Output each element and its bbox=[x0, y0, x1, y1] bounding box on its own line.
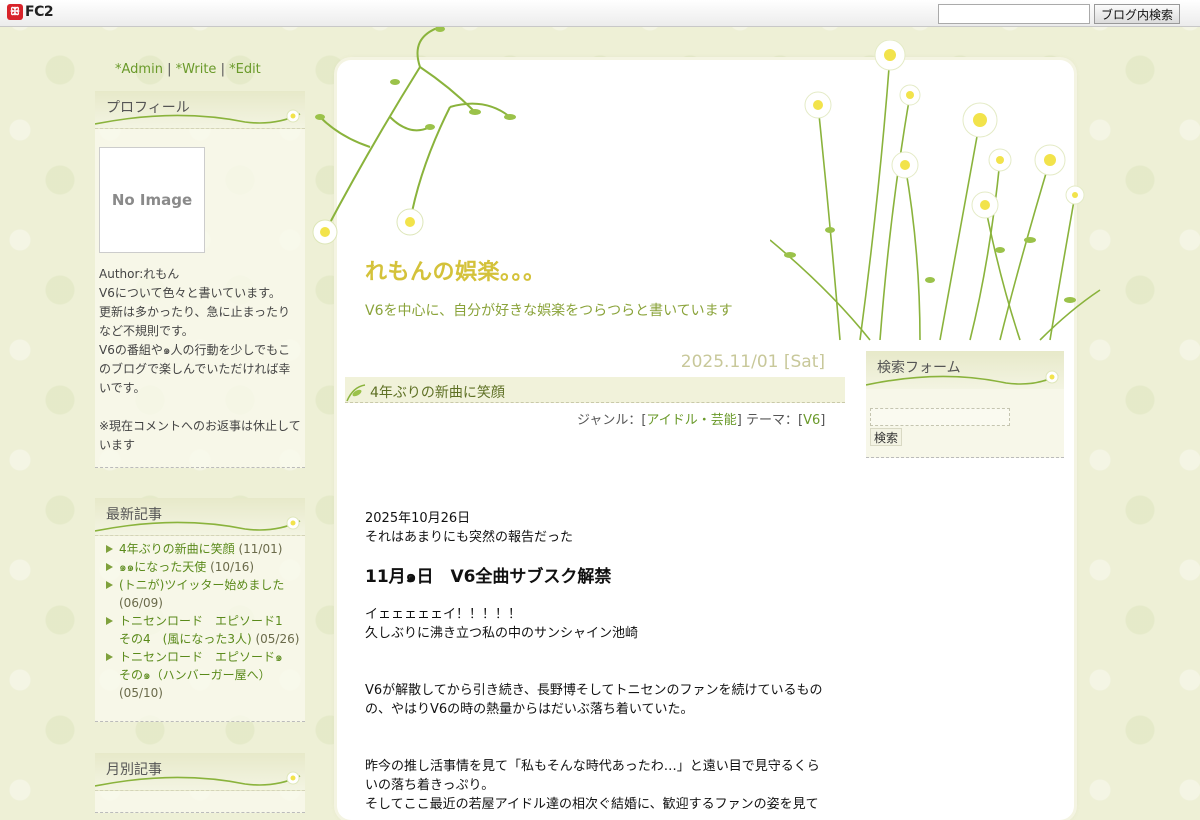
recent-post-link[interactable]: 4年ぶりの新曲に笑顔 bbox=[119, 542, 235, 556]
search-button[interactable]: 検索 bbox=[870, 428, 903, 446]
genre-link[interactable]: アイドル・芸能 bbox=[646, 413, 736, 428]
recent-post-date: (05/26) bbox=[255, 632, 300, 646]
post-paragraph: 昨今の推し活事情を見て「私もそんな時代あったわ…」と遠い目で見守るくらいの落ち着… bbox=[365, 759, 820, 793]
fc2-search: ブログ内検索 bbox=[937, 4, 1180, 24]
post-date: 2025.11/01 [Sat] bbox=[680, 352, 825, 372]
post-paragraph: 2025年10月26日 bbox=[365, 511, 471, 526]
post-title[interactable]: 4年ぶりの新曲に笑顔 bbox=[370, 382, 505, 402]
list-item: (トニが)ツイッター始めました (06/09) bbox=[105, 576, 305, 612]
blog-search-button[interactable]: ブログ内検索 bbox=[1093, 4, 1180, 24]
profile-line: V6の番組や๑人の行動を少しでもこのブログで楽しんでいただければ幸いです。 bbox=[99, 343, 291, 395]
theme-close: ] bbox=[820, 413, 826, 428]
post-paragraph: V6が解散してから引き続き、長野博そしてトニセンのファンを続けているものの、やは… bbox=[365, 683, 823, 717]
recent-post-date: (06/09) bbox=[119, 596, 163, 610]
vine-decoration-icon bbox=[95, 771, 301, 787]
fc2-logo-text: FC2 bbox=[25, 4, 54, 20]
profile-heading: プロフィール bbox=[95, 91, 305, 129]
vine-decoration-icon bbox=[866, 370, 1059, 386]
fc2-logo-icon: ꕥ bbox=[7, 4, 23, 20]
recent-post-date: (11/01) bbox=[238, 542, 283, 556]
genre-label: ジャンル：[ bbox=[577, 413, 647, 428]
recent-posts-list: 4年ぶりの新曲に笑顔 (11/01) ๑๑になった天使 (10/16) (トニが… bbox=[95, 536, 307, 704]
profile-line: 更新は多かったり、急に止まったりなど不規則です。 bbox=[99, 305, 291, 338]
recent-posts-box: 最新記事 4年ぶりの新曲に笑顔 (11/01) ๑๑になった天使 (10/16)… bbox=[95, 498, 307, 722]
admin-separator: | bbox=[167, 62, 172, 77]
list-item: トニセンロード エピソード๑ その๑（ハンバーガー屋へ） (05/10) bbox=[105, 648, 305, 702]
post-paragraph: 久しぶりに沸き立つ私の中のサンシャイン池崎 bbox=[365, 626, 639, 641]
post-title-bar: 4年ぶりの新曲に笑顔 bbox=[345, 377, 845, 403]
blog-search-input[interactable] bbox=[937, 4, 1090, 24]
post-paragraph: そしてここ最近の若屋アイドル達の相次ぐ結婚に、歓迎するファンの姿を見て bbox=[365, 797, 819, 812]
theme-label: ] テーマ：[ bbox=[736, 413, 804, 428]
edit-link[interactable]: *Edit bbox=[229, 62, 261, 77]
blog-description: V6を中心に、自分が好きな娯楽をつらつらと書いています bbox=[365, 303, 733, 319]
post-spacer bbox=[365, 719, 827, 757]
profile-text: Author:れもん V6について色々と書いています。 更新は多かったり、急に止… bbox=[95, 253, 305, 467]
post-genre: ジャンル：[アイドル・芸能] テーマ：[V6] bbox=[577, 409, 825, 428]
profile-author: Author:れもん bbox=[99, 267, 180, 281]
admin-links: *Admin | *Write | *Edit bbox=[115, 62, 261, 77]
fc2-logo[interactable]: ꕥ FC2 bbox=[7, 4, 54, 20]
leaf-icon bbox=[346, 384, 366, 402]
profile-line bbox=[99, 398, 301, 417]
monthly-archive-heading: 月別記事 bbox=[95, 753, 305, 791]
profile-line: ※現在コメントへのお返事は休止しています bbox=[99, 419, 301, 452]
post-paragraph: それはあまりにも突然の報告だった bbox=[365, 530, 574, 545]
post-paragraph: イェェェェェイ！！！！！ bbox=[365, 607, 522, 622]
profile-image: No Image bbox=[99, 147, 205, 253]
post-body: 2025年10月26日 それはあまりにも突然の報告だった 11月๑日 V6全曲サ… bbox=[365, 509, 827, 814]
list-item: トニセンロード エピソード1 その4 (風になった3人) (05/26) bbox=[105, 612, 307, 648]
vine-decoration-icon bbox=[95, 109, 301, 125]
write-link[interactable]: *Write bbox=[176, 62, 217, 77]
vine-decoration-icon bbox=[95, 516, 301, 532]
recent-post-date: (10/16) bbox=[210, 560, 255, 574]
post-spacer bbox=[365, 643, 827, 681]
post-subheading: 11月๑日 V6全曲サブスク解禁 bbox=[365, 567, 612, 587]
recent-post-link[interactable]: (トニが)ツイッター始めました bbox=[119, 578, 284, 592]
list-item: ๑๑になった天使 (10/16) bbox=[105, 558, 305, 576]
recent-post-date: (05/10) bbox=[119, 686, 163, 700]
search-form-box: 検索フォーム 検索 bbox=[866, 351, 1064, 458]
blog-title[interactable]: れもんの娯楽。。。 bbox=[365, 254, 546, 286]
monthly-archive-box: 月別記事 bbox=[95, 753, 305, 813]
search-input[interactable] bbox=[870, 408, 1010, 426]
list-item: 4年ぶりの新曲に笑顔 (11/01) bbox=[105, 540, 305, 558]
fc2-header-bar: ꕥ FC2 ブログ内検索 bbox=[0, 0, 1200, 27]
theme-link[interactable]: V6 bbox=[803, 413, 820, 428]
recent-posts-heading: 最新記事 bbox=[95, 498, 305, 536]
no-image-text: No Image bbox=[111, 191, 193, 209]
admin-link[interactable]: *Admin bbox=[115, 62, 163, 77]
recent-post-link[interactable]: トニセンロード エピソード๑ その๑（ハンバーガー屋へ） bbox=[119, 650, 295, 682]
recent-post-link[interactable]: ๑๑になった天使 bbox=[119, 560, 206, 574]
search-form-heading: 検索フォーム bbox=[866, 351, 1064, 389]
profile-line: V6について色々と書いています。 bbox=[99, 286, 281, 300]
profile-box: プロフィール No Image Author:れもん V6について色々と書いてい… bbox=[95, 91, 305, 468]
admin-separator: | bbox=[220, 62, 225, 77]
